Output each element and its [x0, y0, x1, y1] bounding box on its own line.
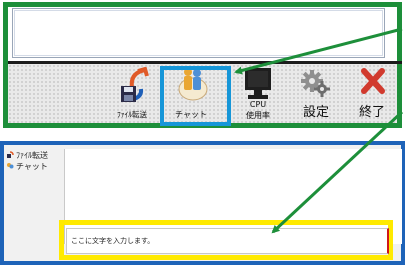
gear-icon [301, 70, 330, 97]
sidebar-item-label: チャット [16, 162, 48, 171]
sidebar-item-label: ﾌｧｲﾙ転送 [16, 151, 48, 160]
cpu-usage-label: 使用率 [246, 111, 270, 120]
chat-icon [7, 163, 14, 169]
close-icon [361, 68, 385, 94]
cpu-label: CPU [249, 100, 267, 109]
cpu-usage-button[interactable]: CPU 使用率 [230, 66, 286, 122]
file-transfer-icon [7, 151, 14, 158]
chat-button-highlight [160, 66, 231, 126]
message-display-inner [14, 10, 383, 56]
file-transfer-icon [121, 67, 149, 102]
sidebar-item-file-transfer[interactable]: ﾌｧｲﾙ転送 [6, 150, 62, 161]
sidebar: ﾌｧｲﾙ転送 チャット [6, 150, 62, 172]
settings-label: 設定 [302, 105, 329, 120]
exit-label: 終了 [358, 105, 385, 120]
chat-input[interactable]: ここに文字を入力します。 [66, 228, 389, 254]
file-transfer-label: ﾌｧｲﾙ転送 [117, 110, 147, 119]
sidebar-item-chat[interactable]: チャット [6, 161, 62, 172]
file-transfer-button[interactable]: ﾌｧｲﾙ転送 [104, 66, 160, 122]
exit-button[interactable]: 終了 [344, 66, 400, 122]
monitor-icon [245, 68, 271, 99]
settings-button[interactable]: 設定 [288, 66, 344, 122]
